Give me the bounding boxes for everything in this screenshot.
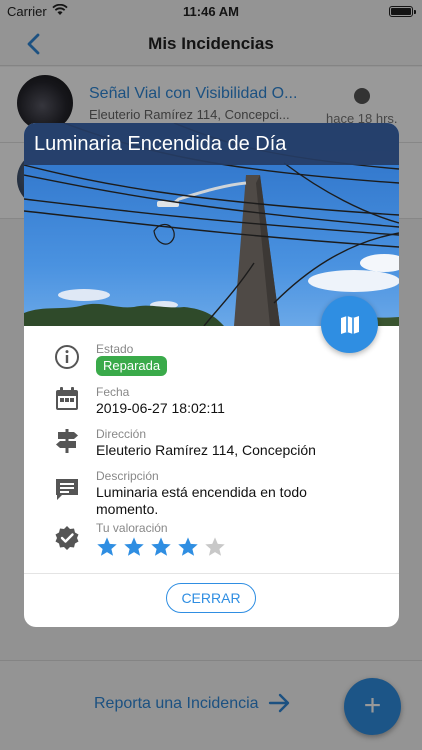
divider <box>24 573 399 574</box>
star-filled-icon[interactable] <box>150 536 172 558</box>
direccion-value: Eleuterio Ramírez 114, Concepción <box>96 442 316 458</box>
calendar-icon <box>56 387 78 410</box>
verified-badge-icon <box>55 526 79 550</box>
modal-header: Luminaria Encendida de Día <box>24 123 399 165</box>
signpost-icon <box>56 429 78 453</box>
fecha-label: Fecha <box>96 385 130 399</box>
star-empty-icon[interactable] <box>204 536 226 558</box>
star-filled-icon[interactable] <box>177 536 199 558</box>
map-button[interactable] <box>321 296 378 353</box>
star-filled-icon[interactable] <box>96 536 118 558</box>
status-badge: Reparada <box>96 356 168 376</box>
close-button[interactable]: CERRAR <box>166 583 256 613</box>
incident-detail-modal: Luminaria Encendida de Día Estado Repara… <box>24 123 399 627</box>
estado-label: Estado <box>96 342 134 356</box>
modal-title: Luminaria Encendida de Día <box>34 133 287 155</box>
direccion-label: Dirección <box>96 427 147 441</box>
fecha-value: 2019-06-27 18:02:11 <box>96 400 225 416</box>
info-icon <box>55 345 79 369</box>
comment-icon <box>56 479 78 500</box>
valoracion-label: Tu valoración <box>96 521 168 535</box>
descripcion-value: Luminaria está encendida en todo momento… <box>96 484 307 517</box>
map-icon <box>341 316 359 334</box>
star-filled-icon[interactable] <box>123 536 145 558</box>
descripcion-label: Descripción <box>96 469 159 483</box>
